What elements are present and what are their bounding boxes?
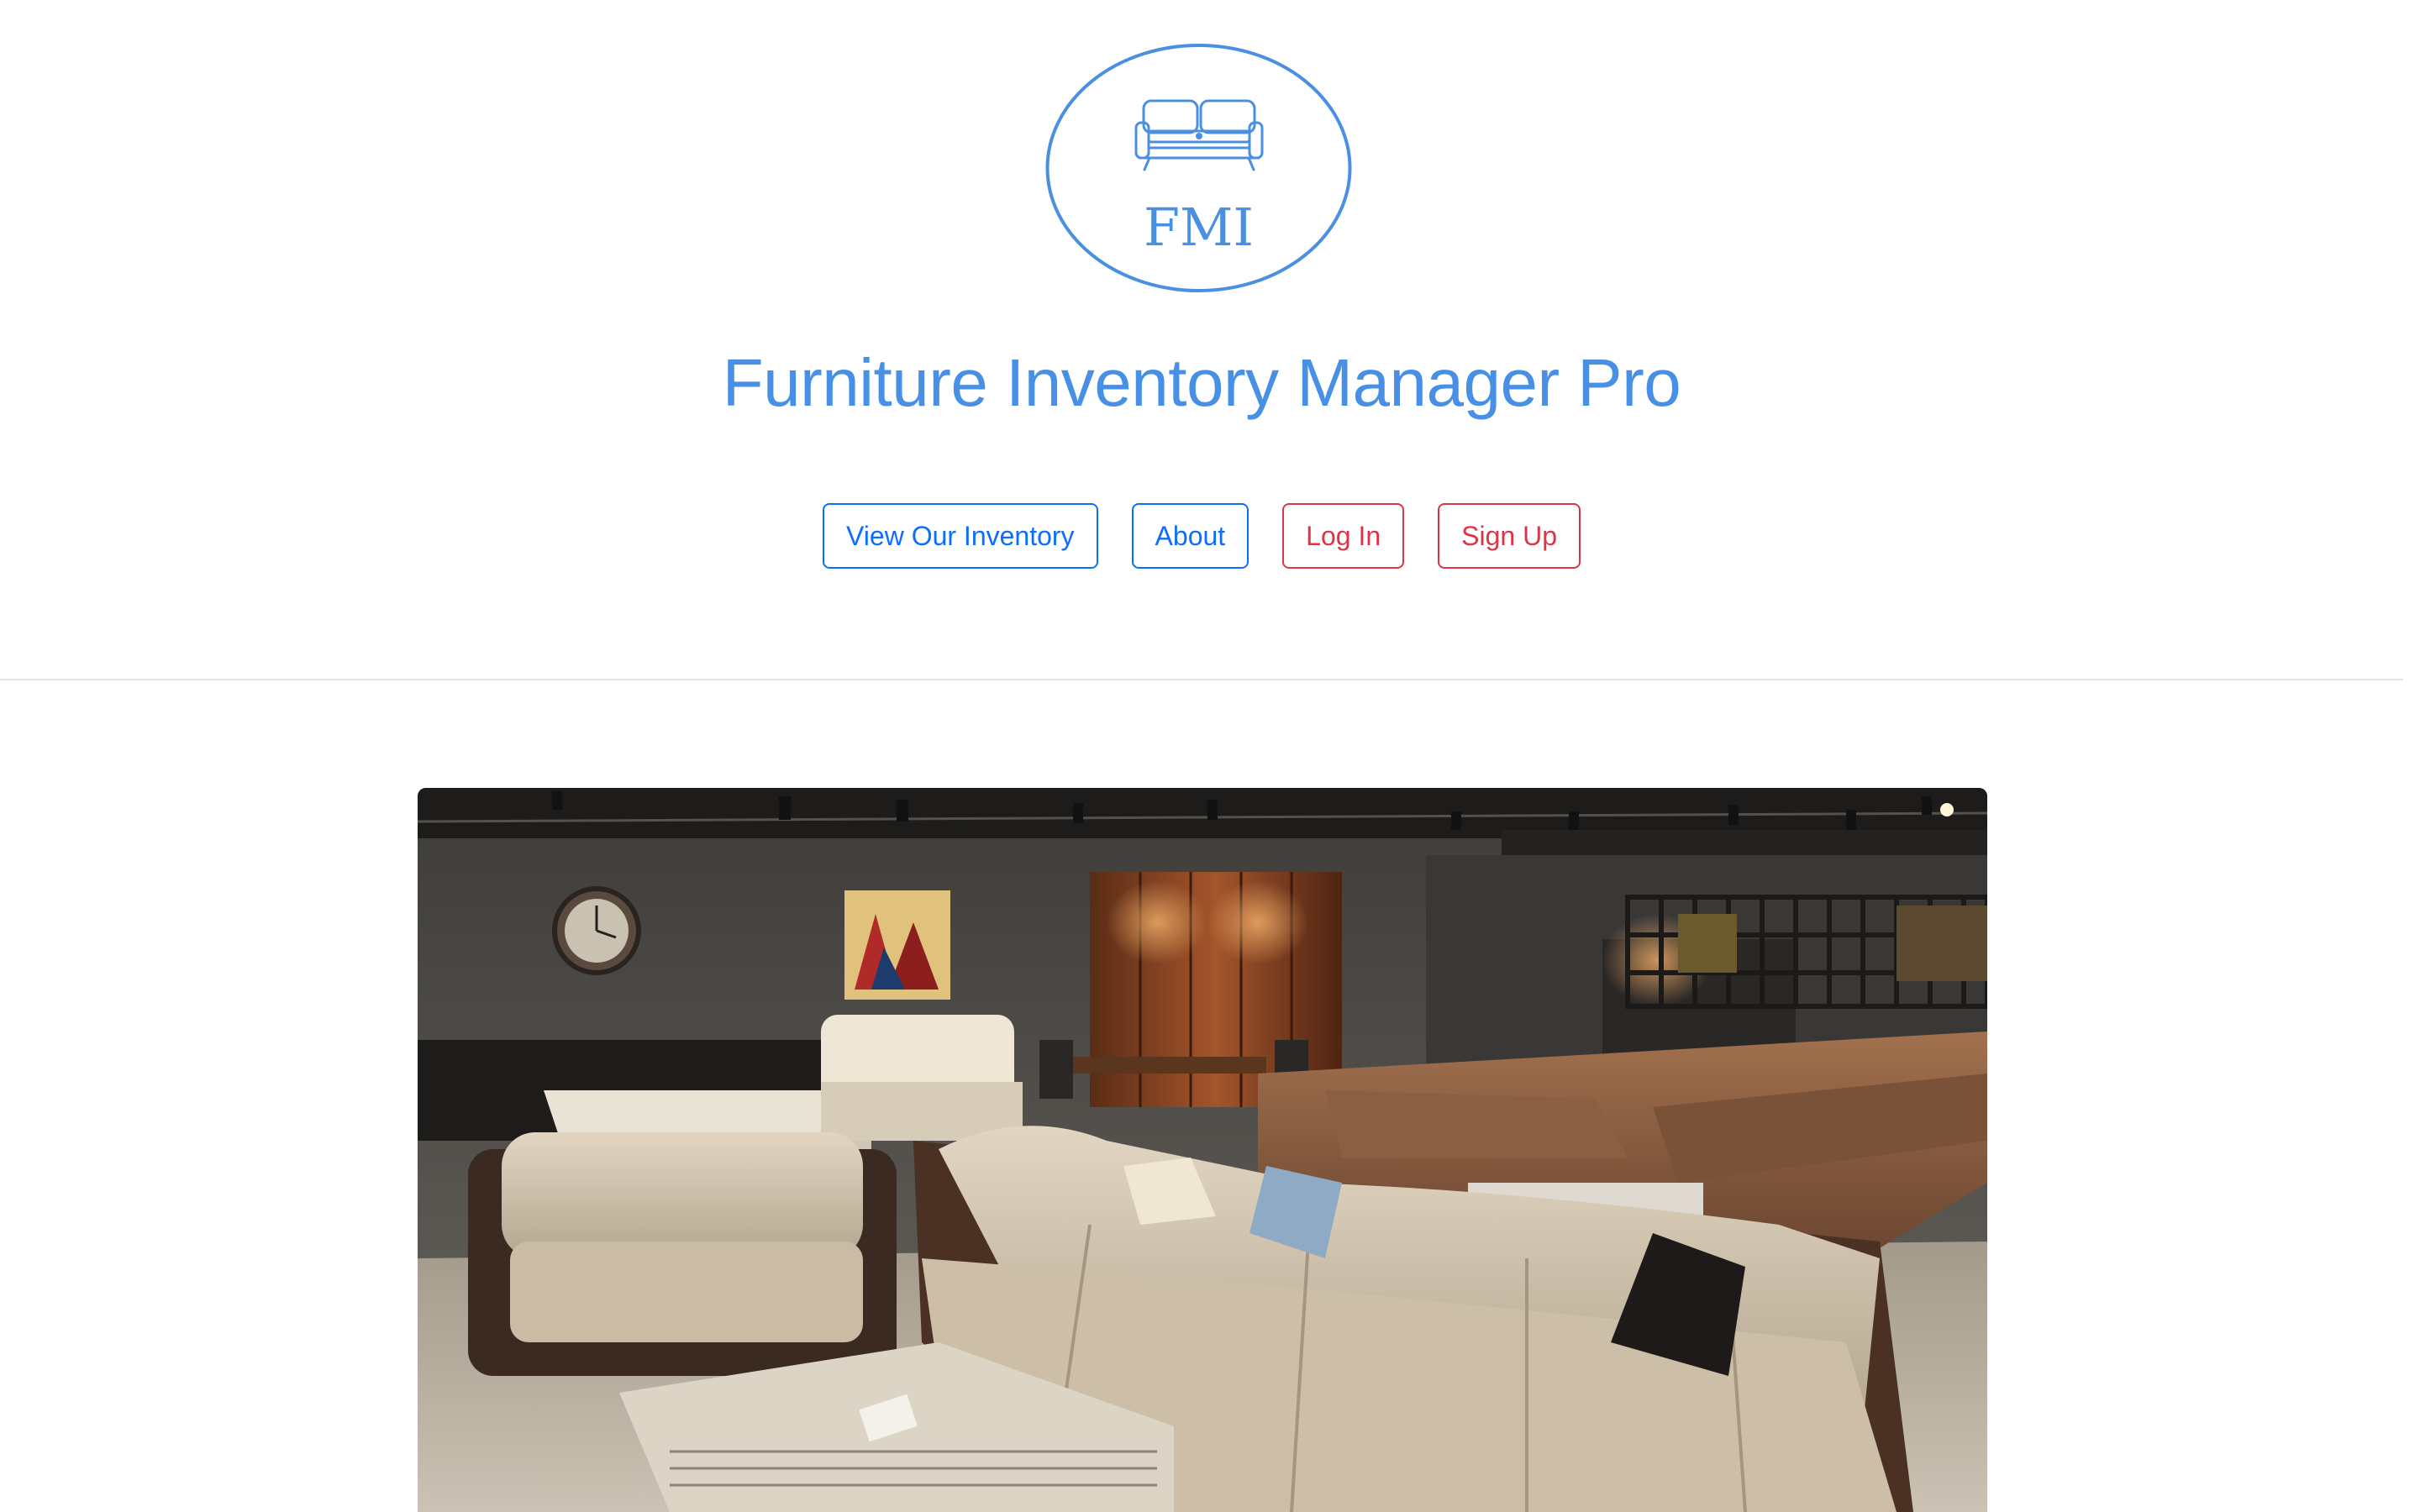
header-divider	[0, 679, 2403, 680]
about-button[interactable]: About	[1131, 503, 1249, 569]
sign-up-button[interactable]: Sign Up	[1438, 503, 1581, 569]
logo-text: FMI	[1144, 197, 1254, 258]
sofa-icon	[1134, 99, 1264, 171]
page-title: Furniture Inventory Manager Pro	[722, 345, 1681, 420]
main-nav: View Our Inventory About Log In Sign Up	[0, 503, 2403, 569]
brand-logo: FMI	[1045, 42, 1352, 294]
view-inventory-button[interactable]: View Our Inventory	[823, 503, 1098, 569]
hero-image	[418, 788, 1987, 1512]
log-in-button[interactable]: Log In	[1282, 503, 1405, 569]
